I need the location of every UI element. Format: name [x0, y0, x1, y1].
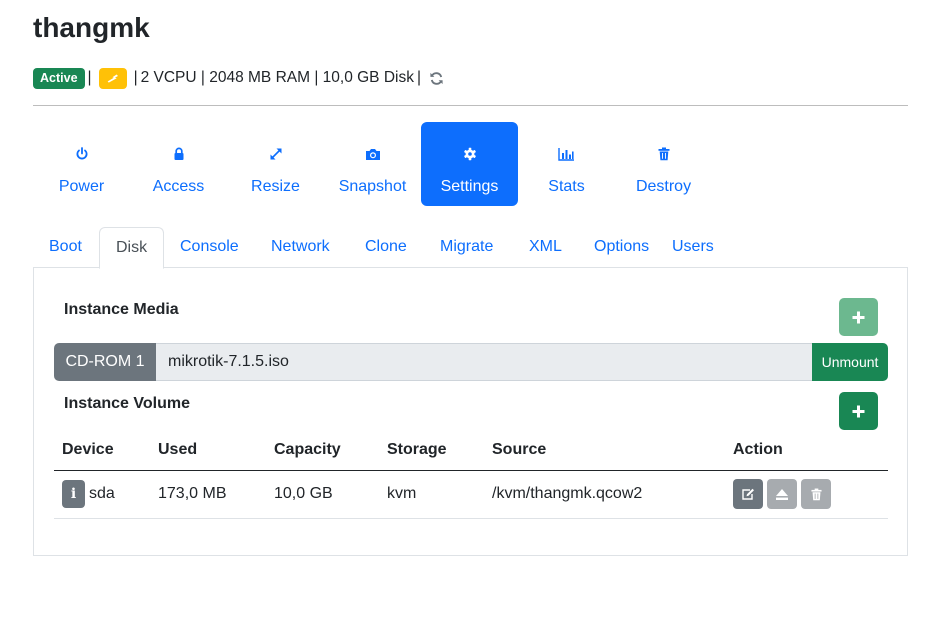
power-icon — [75, 145, 89, 163]
tab-users[interactable]: Users — [656, 227, 730, 268]
trash-icon — [810, 488, 822, 500]
column-header: Device — [54, 430, 150, 471]
detach-volume-button[interactable] — [767, 479, 797, 509]
nav-destroy[interactable]: Destroy — [615, 122, 712, 206]
plus-icon — [852, 311, 865, 323]
camera-icon — [365, 145, 381, 163]
instance-volume-title: Instance Volume — [64, 395, 190, 412]
volume-table: Device Used Capacity Storage Source Acti… — [54, 430, 888, 519]
device-cell: i sda — [54, 470, 150, 519]
nav-stats[interactable]: Stats — [518, 122, 615, 206]
eject-icon — [776, 488, 788, 500]
delete-volume-button[interactable] — [801, 479, 831, 509]
unmount-button[interactable]: Unmount — [812, 343, 888, 381]
column-header: Action — [725, 430, 888, 471]
nav-snapshot[interactable]: Snapshot — [324, 122, 421, 206]
tab-network[interactable]: Network — [255, 227, 346, 268]
plus-icon — [852, 405, 865, 417]
separator: | — [87, 69, 92, 86]
power-bolt-icon — [107, 73, 118, 83]
info-icon[interactable]: i — [62, 480, 85, 508]
add-volume-button[interactable] — [839, 392, 878, 430]
instance-title: thangmk — [33, 12, 150, 43]
instance-info-line: Active | | 2 VCPU | 2048 MB RAM | 10,0 G… — [33, 66, 444, 90]
source-cell: /kvm/thangmk.qcow2 — [484, 470, 725, 519]
media-iso-field[interactable]: mikrotik-7.1.5.iso — [156, 343, 812, 381]
settings-tabs: Boot Disk Console Network Clone Migrate … — [33, 227, 908, 269]
tab-console[interactable]: Console — [164, 227, 255, 268]
nav-label: Power — [58, 178, 105, 195]
nav-settings[interactable]: Settings — [421, 122, 518, 206]
table-row: i sda 173,0 MB 10,0 GB kvm /kvm/thangmk.q… — [54, 470, 888, 519]
trash-icon — [658, 145, 670, 163]
power-state-badge — [98, 67, 127, 89]
tab-boot[interactable]: Boot — [33, 227, 98, 268]
refresh-icon[interactable] — [429, 71, 444, 86]
column-header: Source — [484, 430, 725, 471]
nav-resize[interactable]: Resize — [227, 122, 324, 206]
action-cell — [725, 470, 888, 519]
expand-icon — [269, 145, 283, 163]
separator: | — [133, 69, 138, 86]
media-input-group: CD-ROM 1 mikrotik-7.1.5.iso Unmount — [54, 343, 888, 381]
add-media-button[interactable] — [839, 298, 878, 336]
edit-volume-button[interactable] — [733, 479, 763, 509]
disk-panel: Instance Media CD-ROM 1 mikrotik-7.1.5.i… — [33, 267, 908, 556]
bar-chart-icon — [558, 145, 575, 163]
separator: | — [416, 69, 421, 86]
table-header-row: Device Used Capacity Storage Source Acti… — [54, 430, 888, 471]
column-header: Capacity — [266, 430, 379, 471]
storage-cell: kvm — [379, 470, 484, 519]
tab-xml[interactable]: XML — [513, 227, 578, 268]
cdrom-label: CD-ROM 1 — [54, 343, 156, 381]
edit-icon — [742, 488, 754, 500]
tab-migrate[interactable]: Migrate — [424, 227, 509, 268]
used-cell: 173,0 MB — [150, 470, 266, 519]
tab-disk[interactable]: Disk — [99, 227, 165, 269]
instance-media-title: Instance Media — [64, 301, 179, 318]
nav-label: Stats — [548, 178, 585, 195]
status-badge: Active — [33, 67, 85, 89]
instance-specs: 2 VCPU | 2048 MB RAM | 10,0 GB Disk — [140, 69, 414, 86]
tab-options[interactable]: Options — [578, 227, 665, 268]
nav-label: Resize — [251, 178, 300, 195]
device-name: sda — [89, 485, 115, 503]
column-header: Storage — [379, 430, 484, 471]
nav-power[interactable]: Power — [33, 122, 130, 206]
nav-label: Settings — [440, 178, 499, 195]
tab-clone[interactable]: Clone — [349, 227, 423, 268]
column-header: Used — [150, 430, 266, 471]
gear-icon — [463, 145, 477, 163]
lock-icon — [173, 145, 185, 163]
divider — [33, 105, 908, 106]
capacity-cell: 10,0 GB — [266, 470, 379, 519]
nav-label: Destroy — [635, 178, 692, 195]
nav-label: Access — [152, 178, 205, 195]
instance-nav: Power Access Resize Snapshot Settings St… — [33, 122, 712, 206]
nav-access[interactable]: Access — [130, 122, 227, 206]
nav-label: Snapshot — [338, 178, 407, 195]
